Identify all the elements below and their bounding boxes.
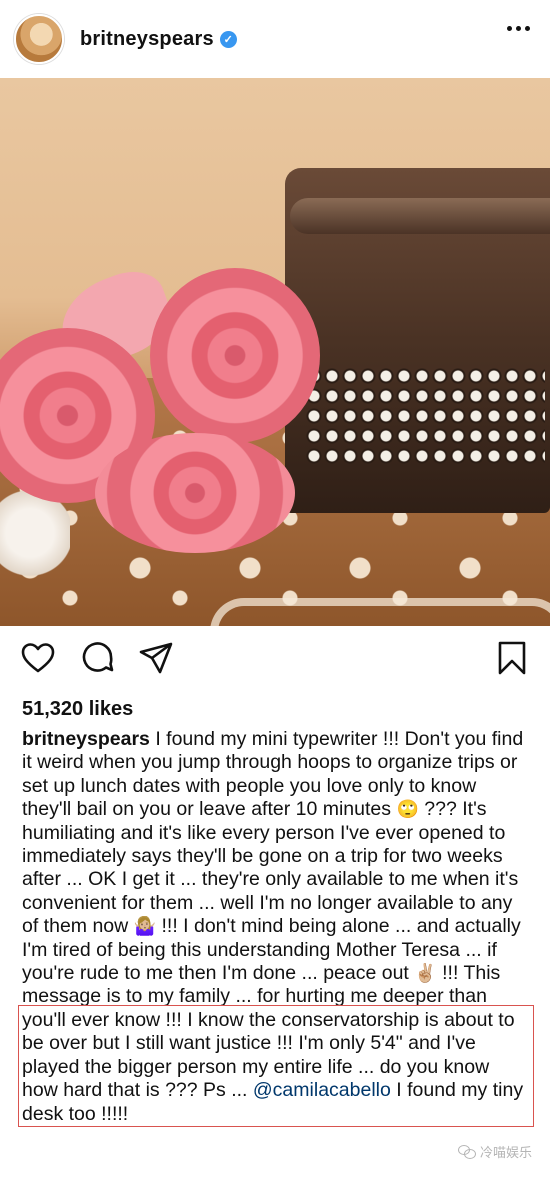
more-options-icon[interactable] <box>507 26 530 31</box>
photo-scroll-pattern <box>210 598 550 626</box>
comment-icon[interactable] <box>80 640 116 676</box>
watermark: 冷喵娱乐 <box>457 1142 532 1161</box>
photo-rose <box>150 268 320 443</box>
likes-count[interactable]: 51,320 likes <box>22 698 133 721</box>
woman-shrugging-icon: 🤷🏼‍♀️ <box>133 916 157 937</box>
avatar[interactable] <box>14 14 64 64</box>
username-link[interactable]: britneyspears <box>80 28 214 51</box>
photo-typewriter-keys <box>305 366 545 466</box>
wechat-icon <box>457 1144 476 1159</box>
send-icon[interactable] <box>138 640 174 676</box>
photo-rose <box>95 433 295 553</box>
face-with-rolling-eyes-icon: 🙄 <box>396 799 419 820</box>
verified-badge-icon: ✓ <box>219 30 237 48</box>
post-photo[interactable] <box>0 78 550 626</box>
photo-typewriter-roller <box>290 198 550 234</box>
post-header: britneyspears ✓ <box>0 0 550 78</box>
bookmark-icon[interactable] <box>494 640 530 676</box>
watermark-text: 冷喵娱乐 <box>479 1145 532 1160</box>
highlight-box <box>18 1005 534 1127</box>
victory-hand-icon: ✌🏼 <box>414 963 437 984</box>
action-bar <box>0 640 550 686</box>
heart-icon[interactable] <box>20 640 56 676</box>
caption-username[interactable]: britneyspears <box>22 728 150 750</box>
